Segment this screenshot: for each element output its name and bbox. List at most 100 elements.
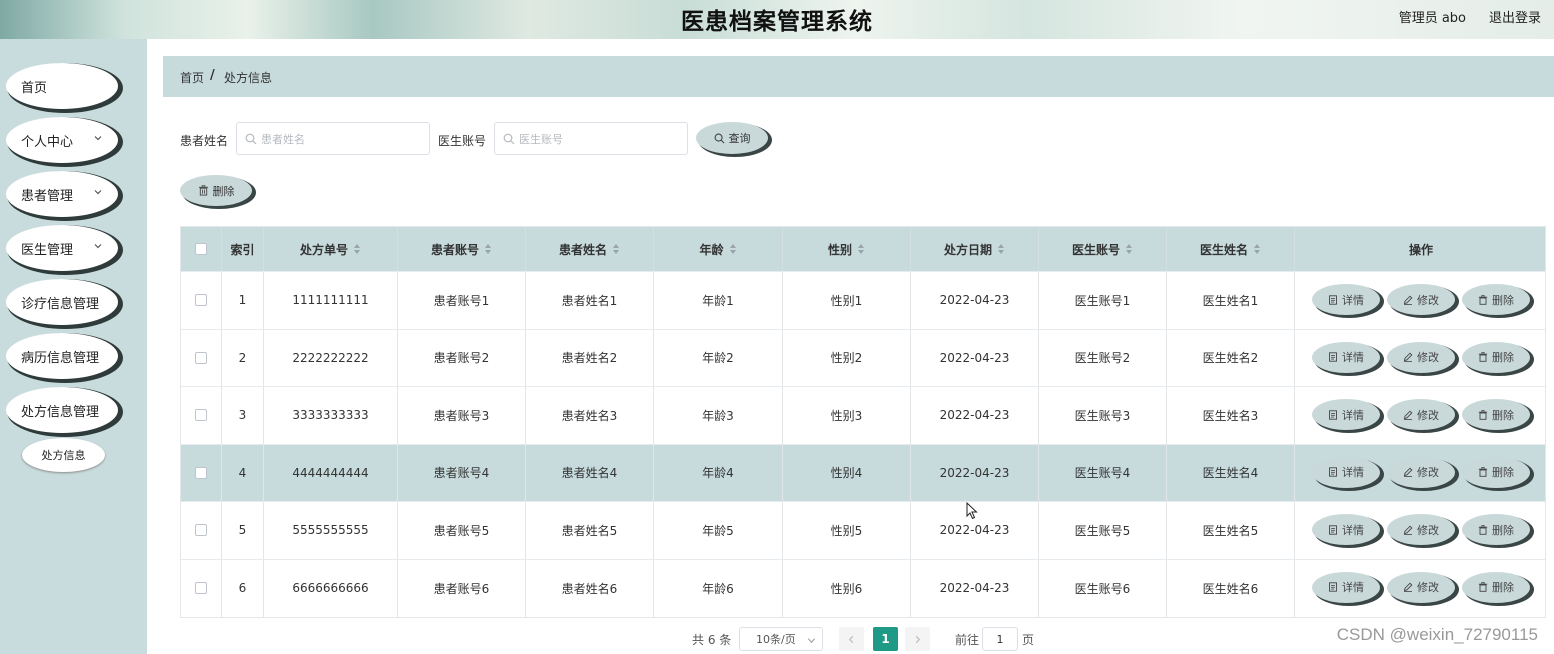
delete-button[interactable]: 删除 [1462,341,1530,373]
row-checkbox[interactable] [195,524,207,537]
cell-text: 5 [238,523,247,538]
next-page-button[interactable] [905,627,930,651]
header-cell-prescription-no[interactable]: 处方单号 [264,227,398,271]
sort-icon[interactable] [1125,243,1133,255]
sidebar-item-personal-center[interactable]: 个人中心 [6,117,118,163]
page-size-value: 10条/页 [756,633,796,646]
header-cell-gender[interactable]: 性别 [783,227,911,271]
delete-button[interactable]: 删除 [1462,514,1530,545]
top-header: 医患档案管理系统 管理员 abo 退出登录 [0,0,1554,39]
sort-icon[interactable] [729,243,737,255]
table-cell-gender: 性别1 [783,272,911,329]
delete-button[interactable]: 删除 [1462,284,1530,315]
cell-text: 患者姓名1 [561,293,618,308]
edit-icon [1403,410,1413,420]
patient-name-input[interactable] [261,129,411,149]
detail-button[interactable]: 详情 [1312,571,1380,603]
table-cell-prescription-date: 2022-04-23 [911,387,1039,444]
goto-page-input[interactable] [982,627,1018,651]
detail-button[interactable]: 详情 [1312,456,1380,488]
sort-icon[interactable] [1253,243,1261,255]
sidebar-item-patient-management[interactable]: 患者管理 [6,171,118,217]
header-label: 操作 [1408,242,1433,257]
detail-button[interactable]: 详情 [1312,284,1380,315]
document-icon [1329,582,1337,592]
chevron-down-icon [94,244,102,249]
header-label: 处方日期 [943,242,992,257]
row-checkbox[interactable] [195,466,207,479]
delete-button[interactable]: 删除 [1462,399,1530,430]
cell-text: 2022-04-23 [939,465,1010,480]
document-icon [1329,294,1337,305]
sidebar-item-medical-record-management[interactable]: 病历信息管理 [6,333,118,379]
sidebar-item-label: 诊疗信息管理 [21,296,100,312]
delete-label: 删除 [1492,466,1514,479]
page-size-select[interactable]: 10条/页 [739,627,823,651]
row-checkbox[interactable] [195,294,207,307]
table-row: 3 3333333333 患者账号3 患者姓名3 年龄3 性别3 2022-04-23 医生账… [181,387,1545,445]
row-select-cell [181,329,222,386]
table-cell-index: 6 [222,559,264,617]
cell-text: 4 [238,465,247,480]
edit-button[interactable]: 修改 [1387,571,1455,603]
sidebar-item-diagnosis-info-management[interactable]: 诊疗信息管理 [6,279,118,325]
table-row: 6 6666666666 患者账号6 患者姓名6 年龄6 性别6 2022-04-23 医生账… [181,559,1545,617]
detail-label: 详情 [1342,523,1364,537]
detail-button[interactable]: 详情 [1312,514,1380,545]
header-cell-patient-account[interactable]: 患者账号 [398,227,526,271]
table-cell-age: 年龄4 [654,444,783,501]
row-checkbox[interactable] [195,582,207,595]
sort-icon[interactable] [484,243,492,255]
header-cell-actions: 操作 [1295,227,1547,271]
edit-button[interactable]: 修改 [1387,284,1455,315]
cell-text: 患者姓名3 [561,408,618,423]
edit-icon [1403,582,1413,592]
doctor-account-search [494,122,688,155]
sidebar-item-prescription-info-management[interactable]: 处方信息管理 [6,387,118,433]
page-number-1[interactable]: 1 [873,627,898,651]
cell-text: 年龄4 [702,466,734,481]
table-cell-patient-account: 患者账号6 [398,559,526,617]
document-icon [1329,524,1337,535]
detail-button[interactable]: 详情 [1312,399,1380,430]
row-checkbox[interactable] [195,409,207,422]
header-cell-patient-name[interactable]: 患者姓名 [526,227,654,271]
doctor-account-input[interactable] [519,129,669,149]
sidebar-item-doctor-management[interactable]: 医生管理 [6,225,118,271]
header-cell-doctor-account[interactable]: 医生账号 [1039,227,1167,271]
delete-button[interactable]: 删除 [1462,456,1530,488]
sidebar-subitem-prescription-info[interactable]: 处方信息 [22,438,105,472]
breadcrumb-home[interactable]: 首页 [180,69,204,86]
query-button[interactable]: 查询 [696,122,768,154]
edit-button[interactable]: 修改 [1387,399,1455,430]
batch-delete-button[interactable]: 删除 [180,175,252,206]
sort-icon[interactable] [857,243,865,255]
prev-page-button[interactable] [839,627,864,651]
delete-button[interactable]: 删除 [1462,571,1530,603]
cell-text: 医生姓名3 [1202,408,1259,423]
trash-icon [1478,409,1488,420]
table-cell-doctor-account: 医生账号6 [1039,559,1167,617]
sidebar-item-home[interactable]: 首页 [6,63,118,109]
edit-button[interactable]: 修改 [1387,514,1455,545]
row-checkbox[interactable] [195,351,207,364]
sort-icon[interactable] [997,243,1005,255]
edit-button[interactable]: 修改 [1387,456,1455,488]
cell-text: 医生姓名4 [1202,466,1259,481]
header-cell-prescription-date[interactable]: 处方日期 [911,227,1039,271]
sort-icon[interactable] [612,243,620,255]
detail-label: 详情 [1342,293,1364,307]
header-cell-age[interactable]: 年龄 [654,227,783,271]
select-all-checkbox[interactable] [195,243,207,255]
detail-button[interactable]: 详情 [1312,341,1380,373]
table-cell-gender: 性别5 [783,502,911,559]
logout-link[interactable]: 退出登录 [1489,7,1541,26]
sort-icon[interactable] [353,243,361,255]
table-cell-age: 年龄3 [654,387,783,444]
cell-text: 患者账号5 [433,523,490,538]
edit-label: 修改 [1417,466,1439,479]
edit-button[interactable]: 修改 [1387,341,1455,373]
breadcrumb-separator: / [210,68,215,83]
edit-icon [1403,525,1413,535]
header-cell-doctor-name[interactable]: 医生姓名 [1167,227,1295,271]
